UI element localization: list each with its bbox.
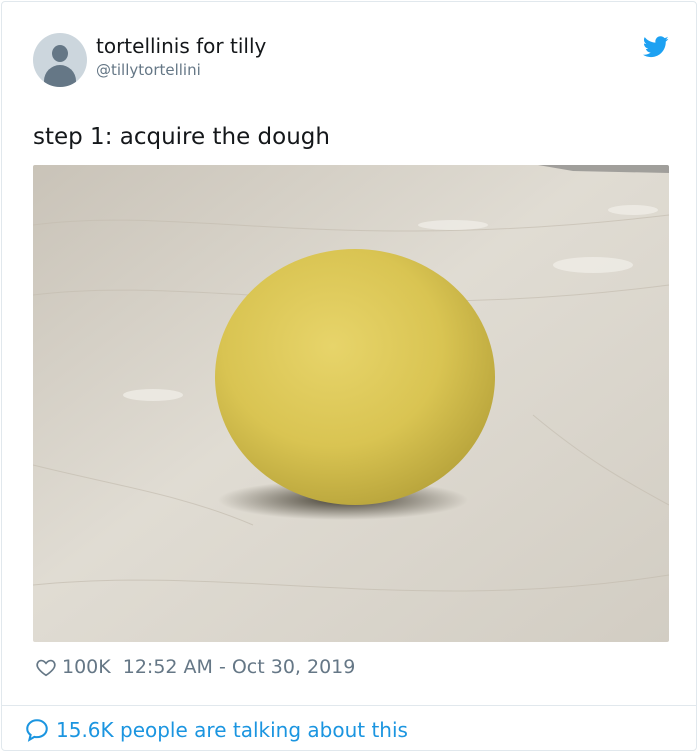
avatar-body-shape: [44, 65, 76, 87]
conversation-link[interactable]: 15.6K people are talking about this: [24, 717, 408, 743]
heart-icon[interactable]: [35, 656, 57, 678]
tweet-card: tortellinis for tilly @tillytortellini s…: [1, 1, 697, 751]
conversation-link-text: 15.6K people are talking about this: [56, 718, 408, 742]
like-count[interactable]: 100K: [62, 656, 111, 678]
user-handle[interactable]: @tillytortellini: [96, 61, 201, 79]
footer-divider: [2, 705, 696, 706]
dough-ball: [215, 249, 495, 505]
tweet-meta: 100K 12:52 AM - Oct 30, 2019: [35, 656, 355, 678]
twitter-bird-icon[interactable]: [643, 36, 669, 58]
tweet-text: step 1: acquire the dough: [33, 124, 330, 150]
avatar-head-shape: [52, 45, 68, 62]
avatar[interactable]: [33, 33, 87, 87]
speech-bubble-icon: [26, 719, 48, 742]
tweet-photo[interactable]: [33, 165, 669, 642]
tweet-timestamp[interactable]: 12:52 AM - Oct 30, 2019: [123, 656, 356, 678]
user-display-name[interactable]: tortellinis for tilly: [96, 34, 266, 58]
